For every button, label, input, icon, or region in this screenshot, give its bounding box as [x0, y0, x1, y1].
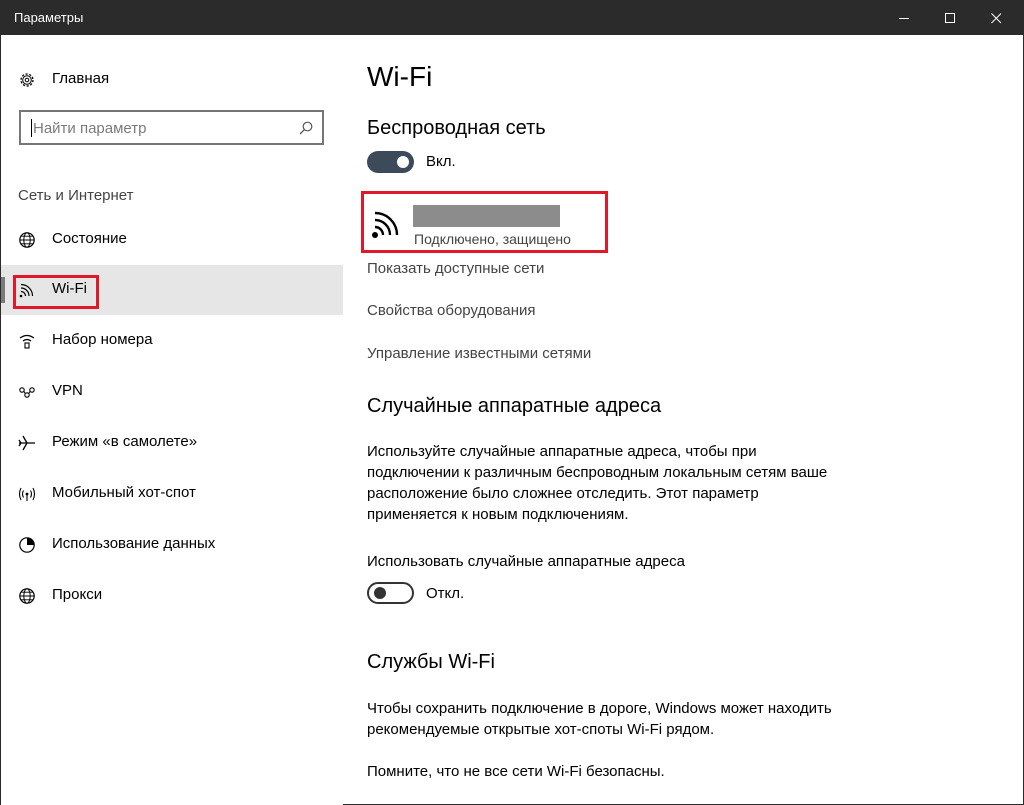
hardware-properties-link[interactable]: Свойства оборудования [367, 302, 536, 319]
wireless-toggle[interactable] [367, 151, 414, 173]
sidebar-item-status[interactable]: Состояние [1, 215, 343, 265]
text-caret [31, 119, 32, 137]
wifi-signal-icon[interactable] [369, 207, 403, 241]
highlight-box [13, 275, 99, 309]
maximize-icon [944, 12, 955, 23]
search-icon[interactable] [299, 121, 313, 135]
sidebar-item-label: Прокси [52, 586, 103, 603]
sidebar-item-label: VPN [52, 382, 83, 399]
search-input[interactable]: Найти параметр [19, 110, 324, 145]
minimize-button[interactable] [881, 1, 927, 35]
wifi-services-description: Чтобы сохранить подключение в дороге, Wi… [367, 700, 832, 738]
sidebar-item-label: Мобильный хот-спот [52, 484, 196, 501]
random-hw-toggle[interactable] [367, 582, 414, 604]
airplane-icon [18, 435, 35, 451]
sidebar: Главная Найти параметр Сеть и Интернет С… [1, 35, 343, 805]
sidebar-item-airplane[interactable]: Режим «в самолете» [1, 418, 343, 468]
toggle-knob [397, 156, 409, 168]
sidebar-item-data-usage[interactable]: Использование данных [1, 520, 343, 570]
sidebar-item-dialup[interactable]: Набор номера [1, 316, 343, 366]
search-placeholder: Найти параметр [33, 120, 147, 137]
globe-icon [19, 588, 35, 604]
home-nav-item[interactable]: Главная [1, 63, 343, 95]
data-usage-icon [19, 537, 35, 553]
gear-icon [20, 73, 34, 87]
maximize-button[interactable] [927, 1, 973, 35]
close-icon [990, 12, 1001, 23]
section-label: Сеть и Интернет [18, 187, 134, 204]
sidebar-item-proxy[interactable]: Прокси [1, 571, 343, 621]
show-networks-link[interactable]: Показать доступные сети [367, 260, 544, 277]
sidebar-item-label: Состояние [52, 230, 127, 247]
sidebar-item-wifi[interactable]: Wi-Fi [1, 265, 343, 315]
hotspot-icon [18, 487, 36, 501]
random-hw-toggle-label: Использовать случайные аппаратные адреса [367, 553, 685, 570]
home-label: Главная [52, 70, 110, 87]
random-hw-toggle-state: Откл. [426, 585, 465, 602]
sidebar-item-label: Режим «в самолете» [52, 433, 198, 450]
random-hw-description: Используйте случайные аппаратные адреса,… [367, 443, 828, 523]
minimize-icon [898, 17, 909, 19]
wireless-heading: Беспроводная сеть [367, 117, 546, 139]
settings-window: Параметры Главная Найти параметр Сеть и … [0, 0, 1024, 805]
wifi-services-note: Помните, что не все сети Wi-Fi безопасны… [367, 763, 665, 780]
main-content: Wi-Fi Беспроводная сеть Вкл. Подключено,… [343, 35, 1023, 805]
wireless-toggle-state: Вкл. [426, 153, 456, 170]
sidebar-item-label: Набор номера [52, 331, 153, 348]
wifi-services-heading: Службы Wi-Fi [367, 651, 495, 673]
network-name-redacted[interactable] [413, 205, 560, 227]
random-hw-heading: Случайные аппаратные адреса [367, 395, 662, 417]
title-bar[interactable]: Параметры [1, 1, 1023, 35]
manage-known-networks-link[interactable]: Управление известными сетями [367, 345, 591, 362]
sidebar-item-label: Использование данных [52, 535, 216, 552]
sidebar-item-hotspot[interactable]: Мобильный хот-спот [1, 469, 343, 519]
sidebar-item-vpn[interactable]: VPN [1, 367, 343, 417]
selection-indicator [1, 277, 5, 303]
toggle-knob [374, 587, 386, 599]
window-title: Параметры [14, 10, 84, 25]
globe-icon [19, 232, 35, 248]
page-title: Wi-Fi [367, 61, 433, 92]
close-button[interactable] [973, 1, 1019, 35]
network-status: Подключено, защищено [414, 231, 571, 247]
vpn-icon [19, 387, 35, 398]
dialup-icon [19, 334, 35, 349]
